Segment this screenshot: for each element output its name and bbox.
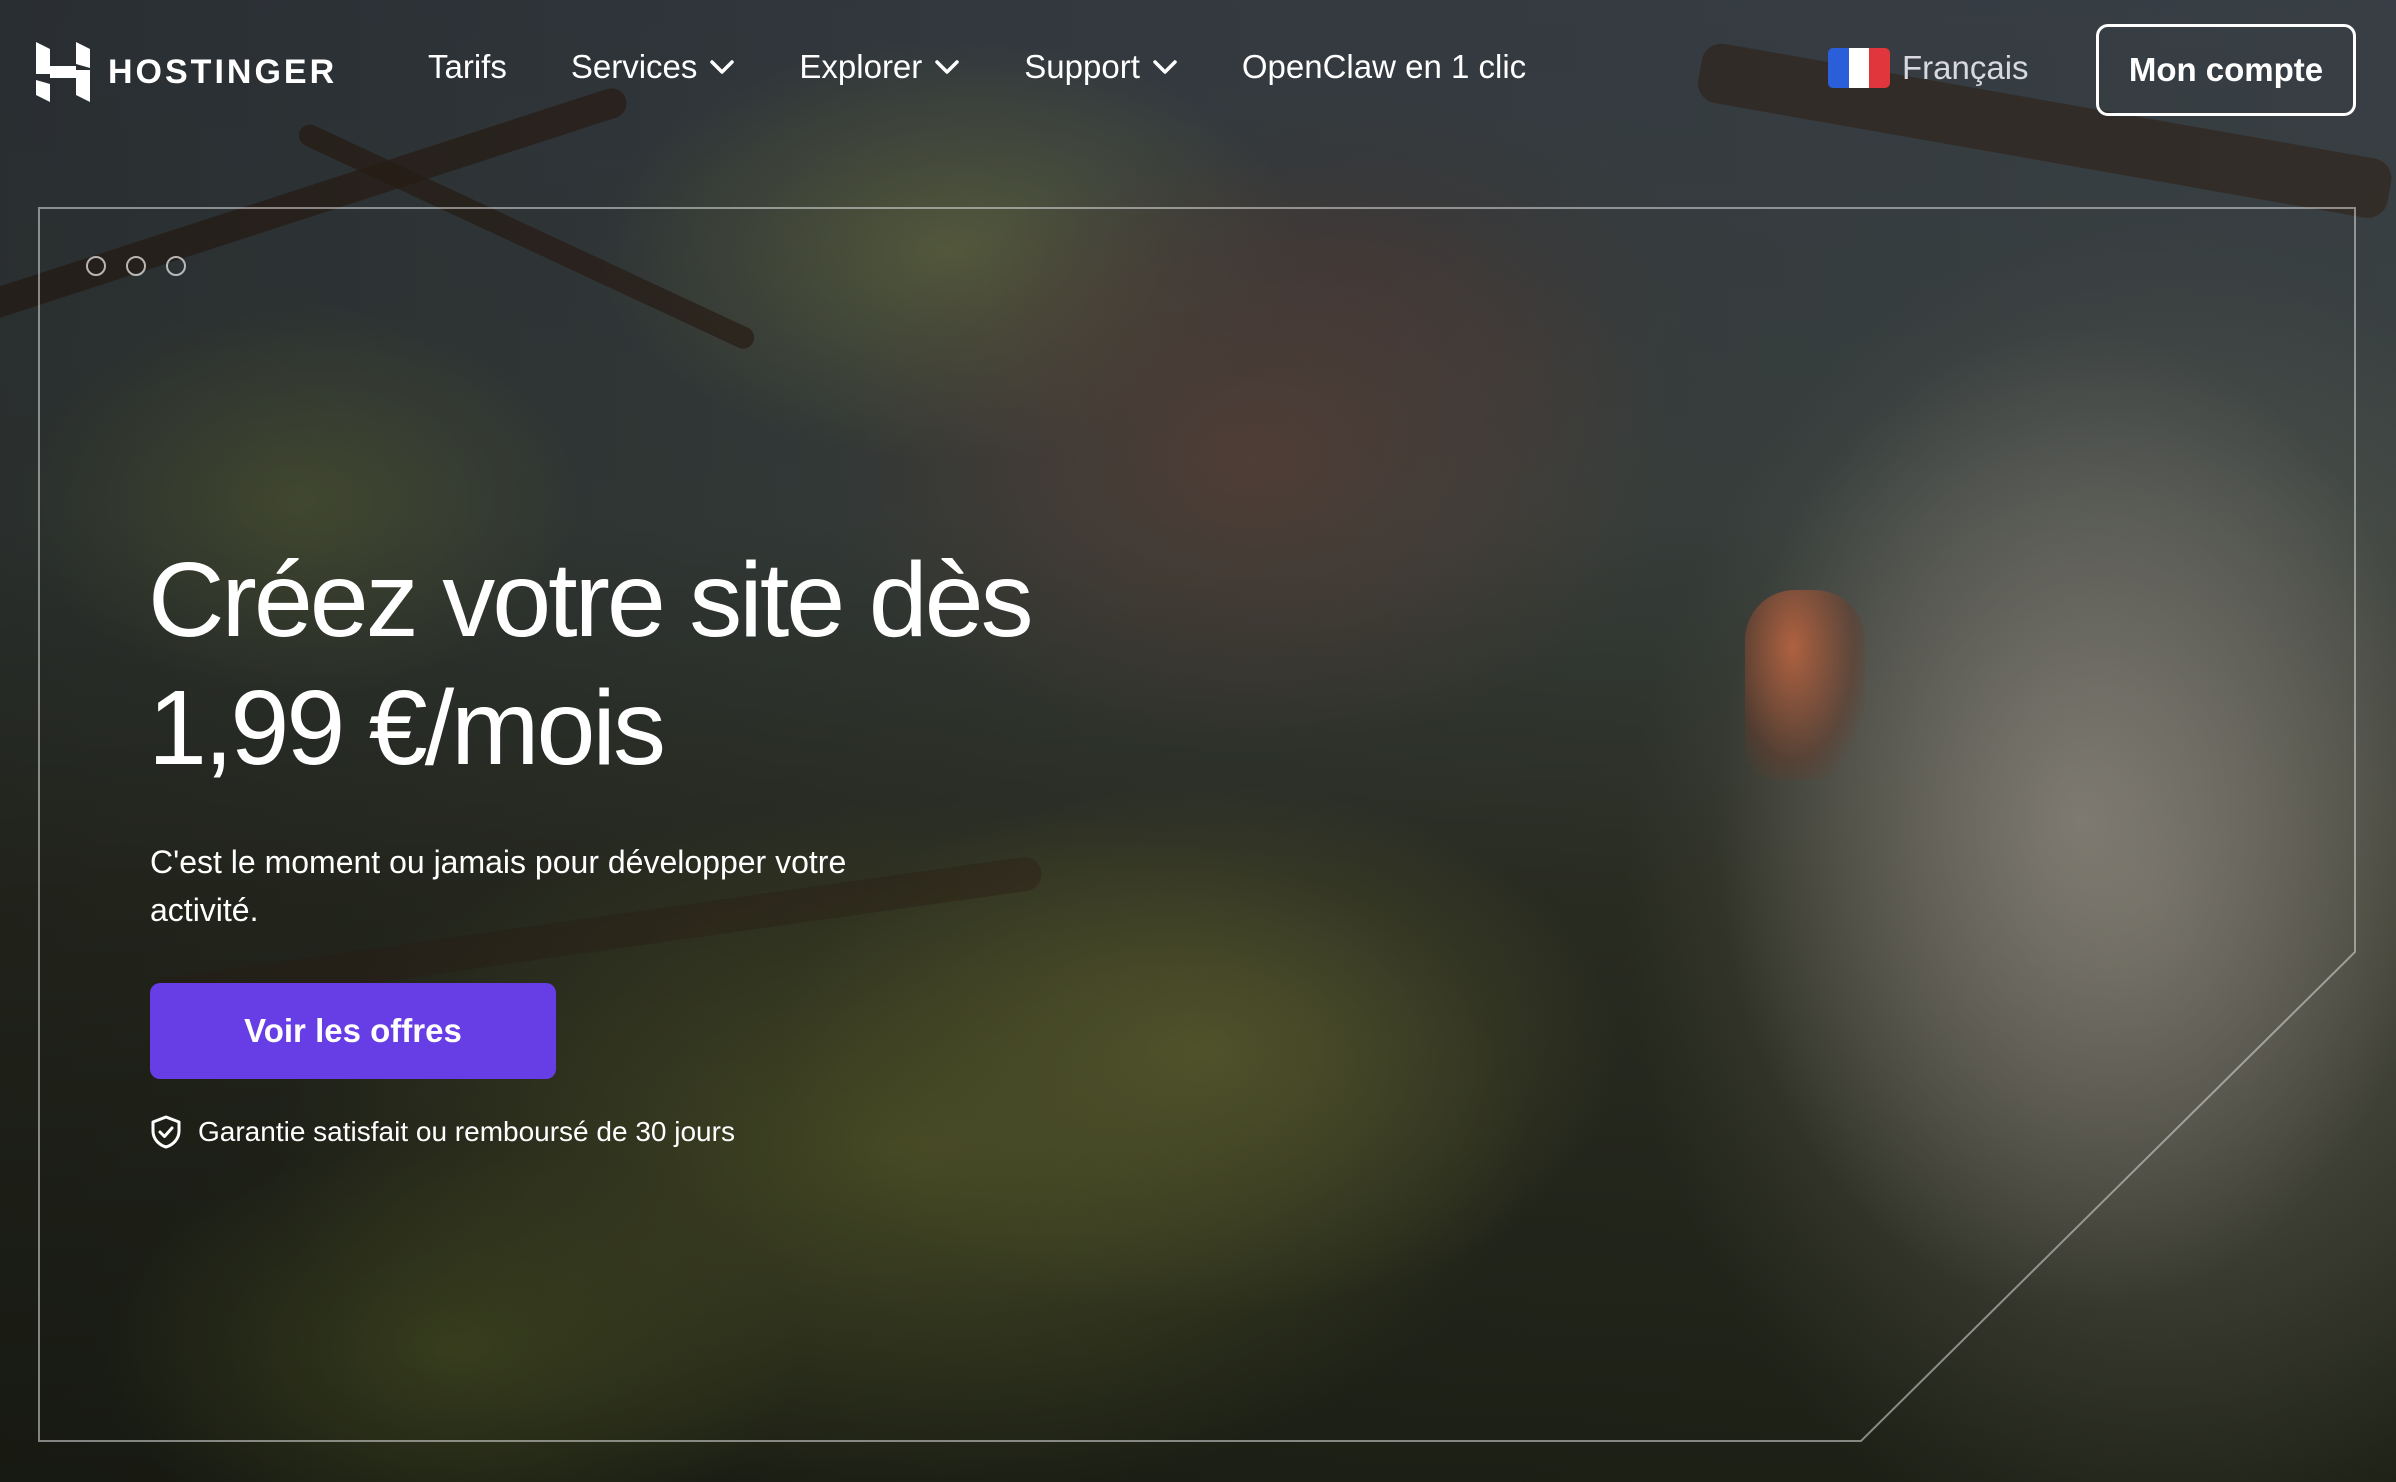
chevron-down-icon (935, 60, 960, 74)
guarantee-text: Garantie satisfait ou remboursé de 30 jo… (198, 1116, 735, 1147)
nav-item-tarifs[interactable]: Tarifs (428, 48, 507, 86)
language-selector[interactable]: Français (1828, 48, 2029, 88)
hero-headline-price: 1,99 €/mois (148, 669, 666, 787)
hostinger-logo-icon (36, 42, 90, 102)
brand-logo[interactable]: HOSTINGER (36, 42, 337, 102)
main-nav: Tarifs Services Explorer Support OpenCla… (428, 48, 1526, 86)
nav-item-label: Services (570, 48, 698, 85)
nav-item-support[interactable]: Support (1024, 48, 1178, 86)
carousel-dot[interactable] (126, 256, 146, 276)
hero-frame (38, 207, 2356, 1442)
hero-headline-line1: Créez votre site dès (148, 541, 1034, 659)
brand-name: HOSTINGER (108, 52, 338, 91)
nav-item-label: Explorer (799, 48, 923, 85)
carousel-dot[interactable] (86, 256, 106, 276)
nav-item-explorer[interactable]: Explorer (799, 48, 960, 86)
my-account-button[interactable]: Mon compte (2096, 24, 2356, 116)
top-navigation: HOSTINGER Tarifs Services Explorer Suppo… (0, 0, 2396, 146)
hostinger-landing-page: HOSTINGER Tarifs Services Explorer Suppo… (0, 0, 2396, 1482)
hero-subtitle: C'est le moment ou jamais pour développe… (150, 844, 847, 928)
language-label: Français (1902, 49, 2029, 86)
shield-check-icon (151, 1115, 181, 1149)
money-back-guarantee: Garantie satisfait ou remboursé de 30 jo… (150, 1115, 735, 1149)
nav-item-label: OpenClaw en 1 clic (1241, 48, 1527, 85)
nav-item-label: Support (1024, 48, 1140, 85)
nav-item-openclaw[interactable]: OpenClaw en 1 clic (1242, 48, 1526, 86)
view-offers-button[interactable]: Voir les offres (150, 983, 556, 1079)
carousel-dots (86, 256, 186, 276)
nav-item-services[interactable]: Services (571, 48, 736, 86)
chevron-down-icon (710, 60, 735, 74)
france-flag-icon (1828, 48, 1890, 88)
carousel-dot[interactable] (166, 256, 186, 276)
hero-headline: Créez votre site dès 1,99 €/mois (148, 536, 1248, 792)
nav-item-label: Tarifs (428, 48, 507, 85)
chevron-down-icon (1153, 60, 1177, 74)
